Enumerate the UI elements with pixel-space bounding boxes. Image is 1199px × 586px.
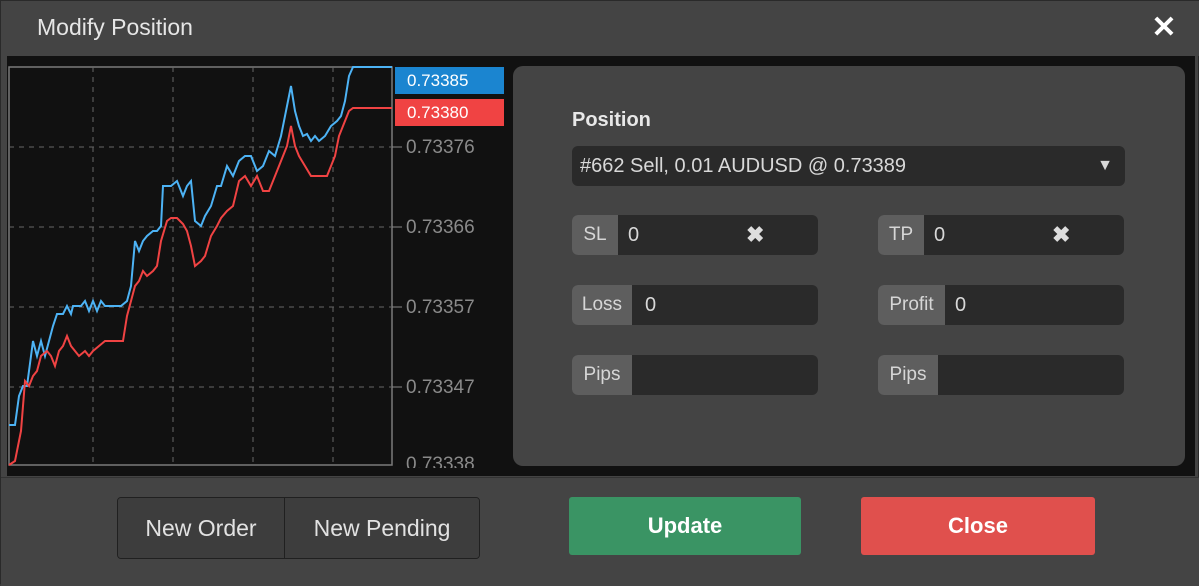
position-label: Position [572, 109, 651, 131]
loss-field[interactable]: Loss 0 [572, 285, 818, 325]
bid-price-tag: 0.73380 [395, 99, 504, 126]
tp-field[interactable]: TP 0 ✖ [878, 215, 1124, 255]
tp-input[interactable]: 0 [934, 215, 945, 255]
new-pending-button[interactable]: New Pending [285, 498, 479, 558]
profit-field[interactable]: Profit 0 [878, 285, 1124, 325]
position-select-value: #662 Sell, 0.01 AUDUSD @ 0.73389 [580, 155, 907, 177]
pips-field-tp[interactable]: Pips [878, 355, 1124, 395]
tp-prefix: TP [878, 215, 924, 255]
tick-label: 0.73357 [406, 297, 475, 318]
close-button[interactable]: Close [861, 497, 1095, 555]
ask-price-tag: 0.73385 [395, 67, 504, 94]
order-type-button-group: New Order New Pending [117, 497, 480, 559]
position-select[interactable]: #662 Sell, 0.01 AUDUSD @ 0.73389 ▼ [572, 146, 1125, 186]
pips-prefix: Pips [878, 355, 938, 395]
tick-label: 0.73366 [406, 217, 475, 238]
tick-label: 0.73338 [406, 454, 475, 468]
loss-input[interactable]: 0 [645, 285, 656, 325]
pips-prefix: Pips [572, 355, 632, 395]
tick-label: 0.73376 [406, 137, 475, 158]
update-button[interactable]: Update [569, 497, 801, 555]
close-icon[interactable]: ✕ [1149, 13, 1179, 43]
clear-sl-icon[interactable]: ✖ [746, 215, 764, 255]
sl-input[interactable]: 0 [628, 215, 639, 255]
title-bar: Modify Position ✕ [1, 1, 1199, 56]
profit-prefix: Profit [878, 285, 945, 325]
price-chart: 0.73385 0.73380 0.73376 0.73366 0.73357 … [7, 56, 507, 468]
tick-label: 0.73347 [406, 377, 475, 398]
clear-tp-icon[interactable]: ✖ [1052, 215, 1070, 255]
pips-field-sl[interactable]: Pips [572, 355, 818, 395]
dialog-content: 0.73385 0.73380 0.73376 0.73366 0.73357 … [7, 56, 1195, 476]
chart-frame [8, 66, 393, 466]
position-form-panel: Position #662 Sell, 0.01 AUDUSD @ 0.7338… [513, 66, 1185, 466]
loss-prefix: Loss [572, 285, 632, 325]
profit-input[interactable]: 0 [955, 285, 966, 325]
dropdown-arrow-icon: ▼ [1097, 157, 1113, 174]
dialog-footer: New Order New Pending Update Close [1, 477, 1199, 586]
modify-position-dialog: Modify Position ✕ 0.73385 0.73380 0.7337… [0, 0, 1199, 586]
sl-prefix: SL [572, 215, 618, 255]
sl-field[interactable]: SL 0 ✖ [572, 215, 818, 255]
new-order-button[interactable]: New Order [118, 498, 285, 558]
dialog-title: Modify Position [37, 14, 193, 40]
